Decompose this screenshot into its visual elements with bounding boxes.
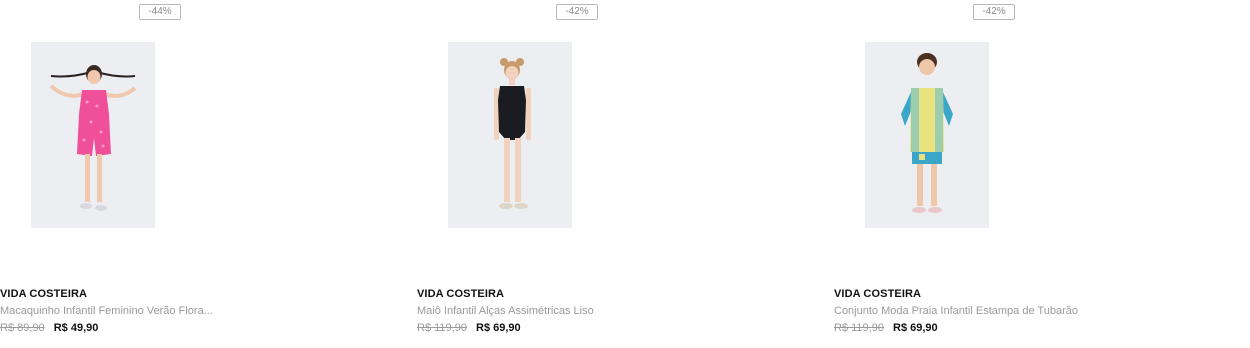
product-card[interactable]: -44% VIDA COSTEIRA Macaquinho Infantil F… xyxy=(0,0,410,348)
product-brand: VIDA COSTEIRA xyxy=(834,288,922,300)
discount-badge: -44% xyxy=(139,4,181,20)
current-price: R$ 69,90 xyxy=(893,322,938,334)
product-brand: VIDA COSTEIRA xyxy=(417,288,505,300)
current-price: R$ 49,90 xyxy=(53,322,99,334)
product-image[interactable] xyxy=(865,42,989,228)
product-name[interactable]: Conjunto Moda Praia Infantil Estampa de … xyxy=(834,305,1078,317)
product-brand: VIDA COSTEIRA xyxy=(0,288,88,300)
product-name[interactable]: Macaquinho Infantil Feminino Verão Flora… xyxy=(0,305,213,317)
old-price: R$ 119,90 xyxy=(417,322,467,334)
product-image[interactable] xyxy=(31,42,155,228)
old-price: R$ 119,90 xyxy=(834,322,884,334)
product-card[interactable]: -42% xyxy=(417,0,827,348)
price-row: R$ 119,90 R$ 69,90 xyxy=(834,322,938,334)
product-card[interactable]: -42% xyxy=(834,0,1244,348)
discount-badge: -42% xyxy=(556,4,598,20)
price-row: R$ 89,90 R$ 49,90 xyxy=(0,322,98,334)
current-price: R$ 69,90 xyxy=(476,322,521,334)
price-row: R$ 119,90 R$ 69,90 xyxy=(417,322,521,334)
product-name[interactable]: Maiô Infantil Alças Assimétricas Liso xyxy=(417,305,594,317)
discount-badge: -42% xyxy=(973,4,1015,20)
old-price: R$ 89,90 xyxy=(0,322,45,334)
product-image[interactable] xyxy=(448,42,572,228)
